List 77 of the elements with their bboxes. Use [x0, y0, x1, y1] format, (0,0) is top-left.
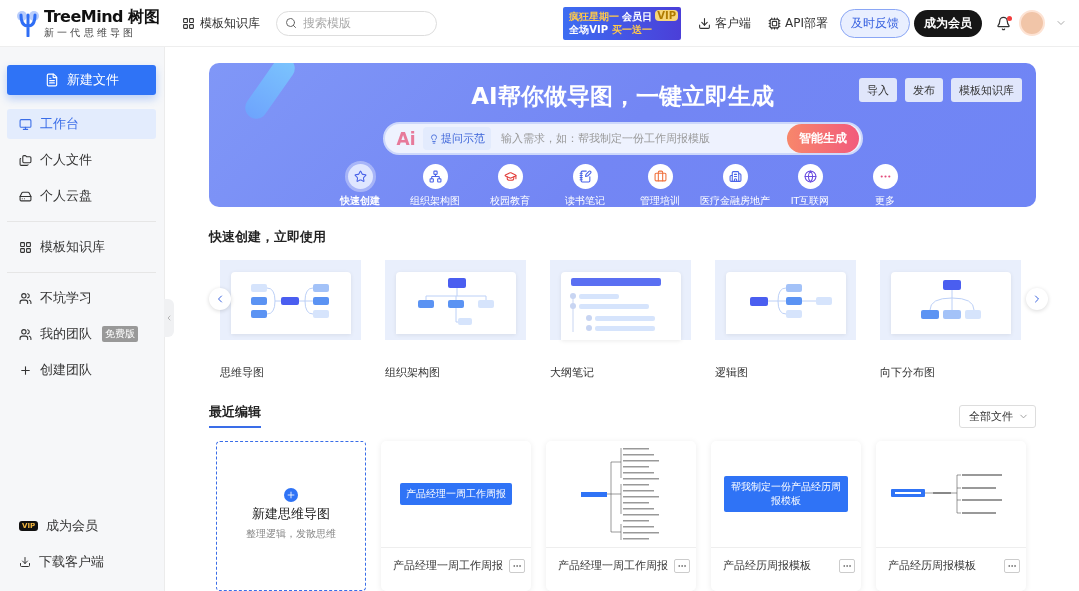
collapse-handle[interactable] [164, 299, 174, 337]
download-link[interactable]: 下载客户端 [7, 547, 156, 577]
section-title: 最近编辑 [209, 404, 261, 428]
grid-icon [182, 16, 195, 30]
folders-icon [19, 153, 32, 167]
sidebar-item[interactable]: 不坑学习 [7, 283, 156, 313]
sidebar-item[interactable]: 工作台 [7, 109, 156, 139]
feedback-button[interactable]: 及时反馈 [840, 8, 910, 38]
example-chip[interactable]: 提问示范 [423, 127, 492, 150]
ai-logo: Ai [396, 128, 416, 149]
client-link[interactable]: 客户端 [698, 14, 751, 32]
sidebar-item[interactable]: 创建团队 [7, 355, 156, 385]
users-icon [19, 327, 32, 341]
more-button[interactable] [839, 558, 855, 573]
card-subtitle: 整理逻辑，发散思维 [246, 527, 336, 541]
bell-icon[interactable] [996, 15, 1011, 31]
more-button[interactable] [1004, 558, 1020, 573]
sidebar-item[interactable]: 个人文件 [7, 145, 156, 175]
filter-dropdown[interactable]: 全部文件 [959, 405, 1036, 428]
more-button[interactable] [674, 558, 690, 573]
sidebar-item[interactable]: 模板知识库 [7, 232, 156, 262]
next-button[interactable] [1026, 288, 1048, 310]
card-title: 新建思维导图 [252, 505, 330, 523]
sidebar-item[interactable]: 个人云盘 [7, 181, 156, 211]
banner-button[interactable]: 导入 [859, 78, 897, 102]
prompt-input[interactable]: 输入需求，如：帮我制定一份工作周报模版 [499, 131, 779, 146]
lightbulb-icon [429, 133, 440, 144]
avatar[interactable] [1019, 10, 1045, 36]
briefcase-icon [653, 170, 667, 183]
banner-button[interactable]: 发布 [905, 78, 943, 102]
banner-title: AI帮你做导图，一键立即生成 [471, 82, 774, 111]
file-card[interactable]: 产品经理一周工作周报 [546, 441, 696, 591]
grid-icon [19, 240, 32, 254]
file-card[interactable]: 产品经历周报模板 [876, 441, 1026, 591]
plus-icon [19, 363, 32, 377]
tagline: 新 一 代 思 维 导 图 [44, 25, 135, 40]
mind-map-node: 帮我制定一份产品经历周报模板 [724, 476, 848, 512]
users-icon [19, 291, 32, 305]
section-title: 快速创建，立即使用 [209, 229, 327, 246]
globe-icon [803, 170, 817, 183]
logo-text: TreeMind 树图 [44, 6, 160, 26]
monitor-icon [19, 117, 32, 131]
graduation-cap-icon [503, 170, 517, 183]
search-icon [285, 16, 297, 29]
file-card[interactable]: 帮我制定一份产品经历周报模板 产品经历周报模板 [711, 441, 861, 591]
api-link[interactable]: API部署 [768, 14, 828, 32]
vip-badge: VIP [655, 9, 678, 21]
building-icon [728, 170, 742, 183]
mind-map-node: 产品经理一周工作周报 [400, 483, 512, 505]
promo-banner[interactable]: 疯狂星期一 会员日 全场VIP 买一送一 VIP [562, 6, 681, 40]
file-title: 产品经历周报模板 [888, 558, 976, 573]
tree-logo-icon [16, 9, 40, 37]
new-mind-map-card[interactable]: 新建思维导图 整理逻辑，发散思维 [216, 441, 366, 591]
chip-icon [768, 16, 781, 30]
search-field[interactable]: 搜索模版 [276, 10, 437, 36]
file-title: 产品经理一周工作周报 [558, 558, 668, 573]
download-icon [698, 16, 711, 30]
membership-button[interactable]: 成为会员 [914, 9, 982, 37]
file-card[interactable]: 产品经理一周工作周报 产品经理一周工作周报 [381, 441, 531, 591]
file-title: 产品经理一周工作周报 [393, 558, 503, 573]
sidebar-item[interactable]: 我的团队 免费版 [7, 319, 156, 349]
free-badge: 免费版 [102, 326, 138, 342]
previous-button[interactable] [209, 288, 231, 310]
download-icon [19, 556, 31, 568]
template-library-link[interactable]: 模板知识库 [182, 14, 260, 32]
new-file-button[interactable]: 新建文件 [7, 65, 156, 95]
collapse-icon [165, 314, 173, 322]
ai-prompt-bar[interactable]: Ai 提问示范 输入需求，如：帮我制定一份工作周报模版 智能生成 [382, 122, 863, 155]
banner-button[interactable]: 模板知识库 [951, 78, 1022, 102]
star-icon [353, 170, 367, 183]
hard-drive-icon [19, 189, 32, 203]
file-title: 产品经历周报模板 [723, 558, 811, 573]
plus-icon [284, 488, 298, 502]
file-icon [44, 73, 59, 87]
more-button[interactable] [509, 558, 525, 573]
org-chart-icon [428, 170, 442, 183]
notebook-icon [578, 170, 592, 183]
